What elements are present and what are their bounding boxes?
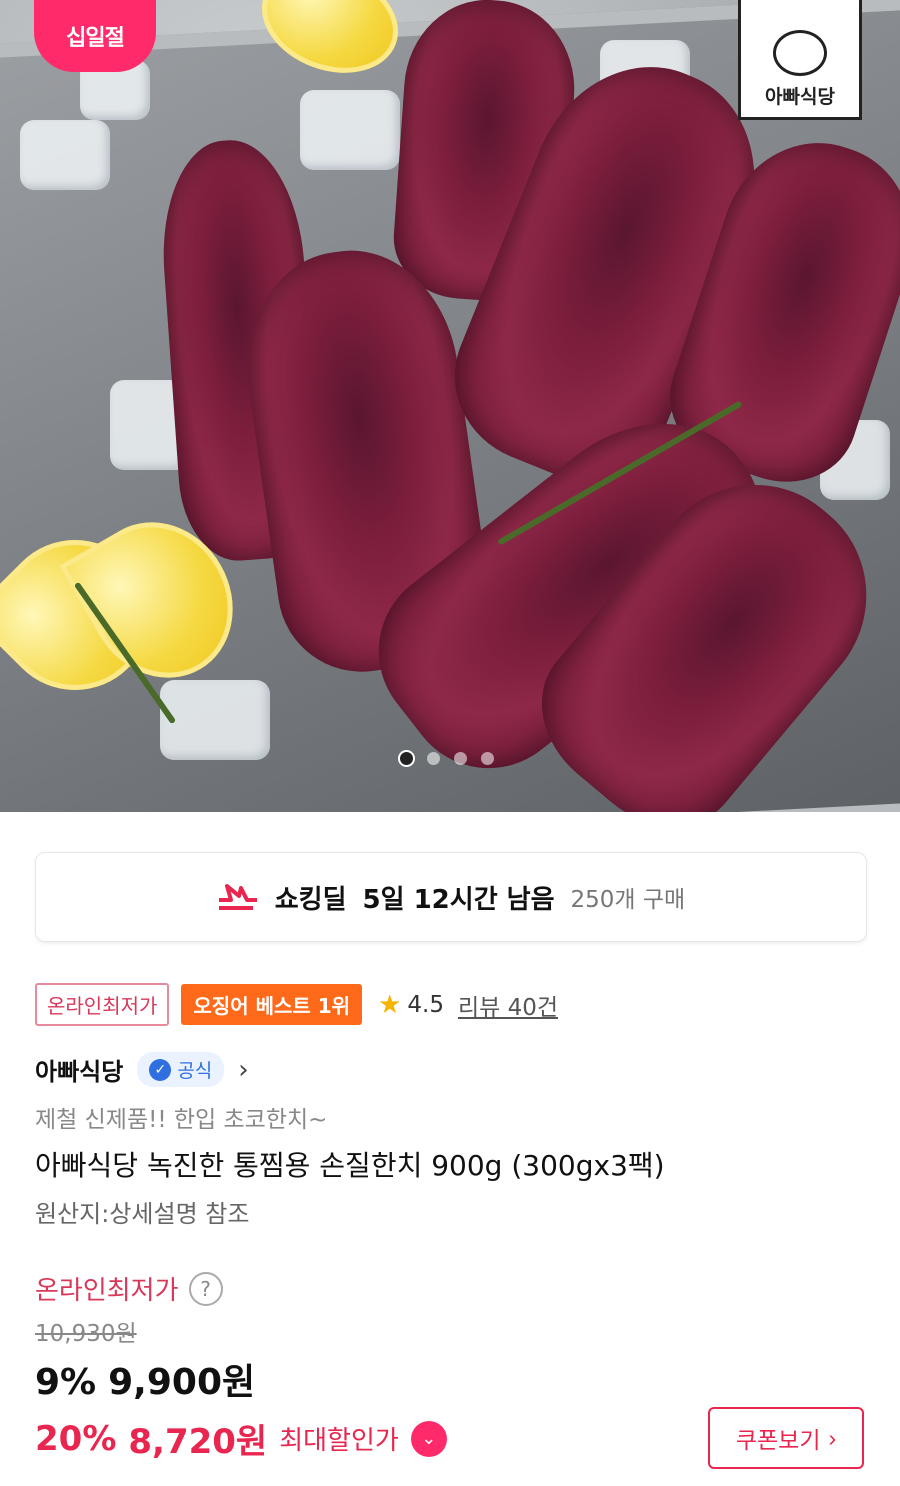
discount-percent: 9% [35, 1362, 97, 1403]
brand-logo: 아빠식당 [738, 0, 862, 120]
chevron-right-icon[interactable]: › [238, 1055, 248, 1085]
coupon-button[interactable]: 쿠폰보기 › [708, 1407, 864, 1469]
original-price: 10,930원 [35, 1321, 137, 1347]
carousel-dot[interactable] [481, 752, 494, 765]
help-icon[interactable]: ? [188, 1271, 223, 1306]
product-origin: 원산지:상세설명 참조 [35, 1200, 250, 1228]
seller-row[interactable]: 아빠식당 ✓ 공식 › [35, 1052, 249, 1087]
product-tags: 온라인최저가 오징어 베스트 1위 ★ 4.5 리뷰 40건 [35, 983, 558, 1026]
carousel-indicator [400, 752, 494, 765]
carousel-dot[interactable] [427, 752, 440, 765]
ice-cube [160, 680, 270, 760]
product-title: 아빠식당 녹진한 통찜용 손질한치 900g (300gx3팩) [35, 1149, 665, 1182]
sale-price: 9% 9,900원 [35, 1353, 255, 1405]
max-discount-label: 최대할인가 [279, 1426, 399, 1456]
ice-cube [20, 120, 110, 190]
deal-timer: 5일 12시간 남음 [362, 884, 555, 915]
max-discount-percent: 20% [35, 1418, 117, 1459]
lightning-bolt-icon [218, 884, 257, 910]
chevron-down-icon[interactable]: ⌄ [410, 1420, 447, 1457]
carousel-dot[interactable] [454, 752, 467, 765]
review-link[interactable]: 리뷰 40건 [458, 988, 558, 1022]
shocking-deal-banner: 쇼킹딜 5일 12시간 남음 250개 구매 [35, 852, 867, 942]
max-discount-price: 20% 8,720원 최대할인가 ⌄ [35, 1414, 447, 1463]
max-discount-amount: 8,720원 [128, 1422, 268, 1462]
rating: ★ 4.5 리뷰 40건 [378, 988, 558, 1022]
rating-score: 4.5 [407, 991, 444, 1018]
lowest-price-label: 온라인최저가 ? [35, 1270, 223, 1307]
deal-title: 쇼킹딜 [274, 884, 347, 915]
carousel-dot[interactable] [400, 752, 413, 765]
mascot-face-icon [773, 30, 827, 76]
promo-line: 제철 신제품!! 한입 초코한치~ [35, 1107, 328, 1133]
official-badge: ✓ 공식 [137, 1052, 225, 1087]
star-icon: ★ [378, 989, 402, 1020]
discount-price: 9,900원 [108, 1362, 256, 1403]
sale-event-badge: 십일절 [34, 0, 156, 72]
purchase-count: 250개 구매 [570, 887, 686, 913]
product-image-carousel[interactable]: 십일절 아빠식당 [0, 0, 900, 812]
ice-cube [300, 90, 400, 170]
verified-check-icon: ✓ [149, 1058, 172, 1081]
seller-name[interactable]: 아빠식당 [35, 1052, 123, 1087]
best-rank-tag[interactable]: 오징어 베스트 1위 [181, 984, 363, 1025]
chevron-right-icon: › [828, 1424, 837, 1451]
lowest-price-tag: 온라인최저가 [35, 983, 170, 1026]
